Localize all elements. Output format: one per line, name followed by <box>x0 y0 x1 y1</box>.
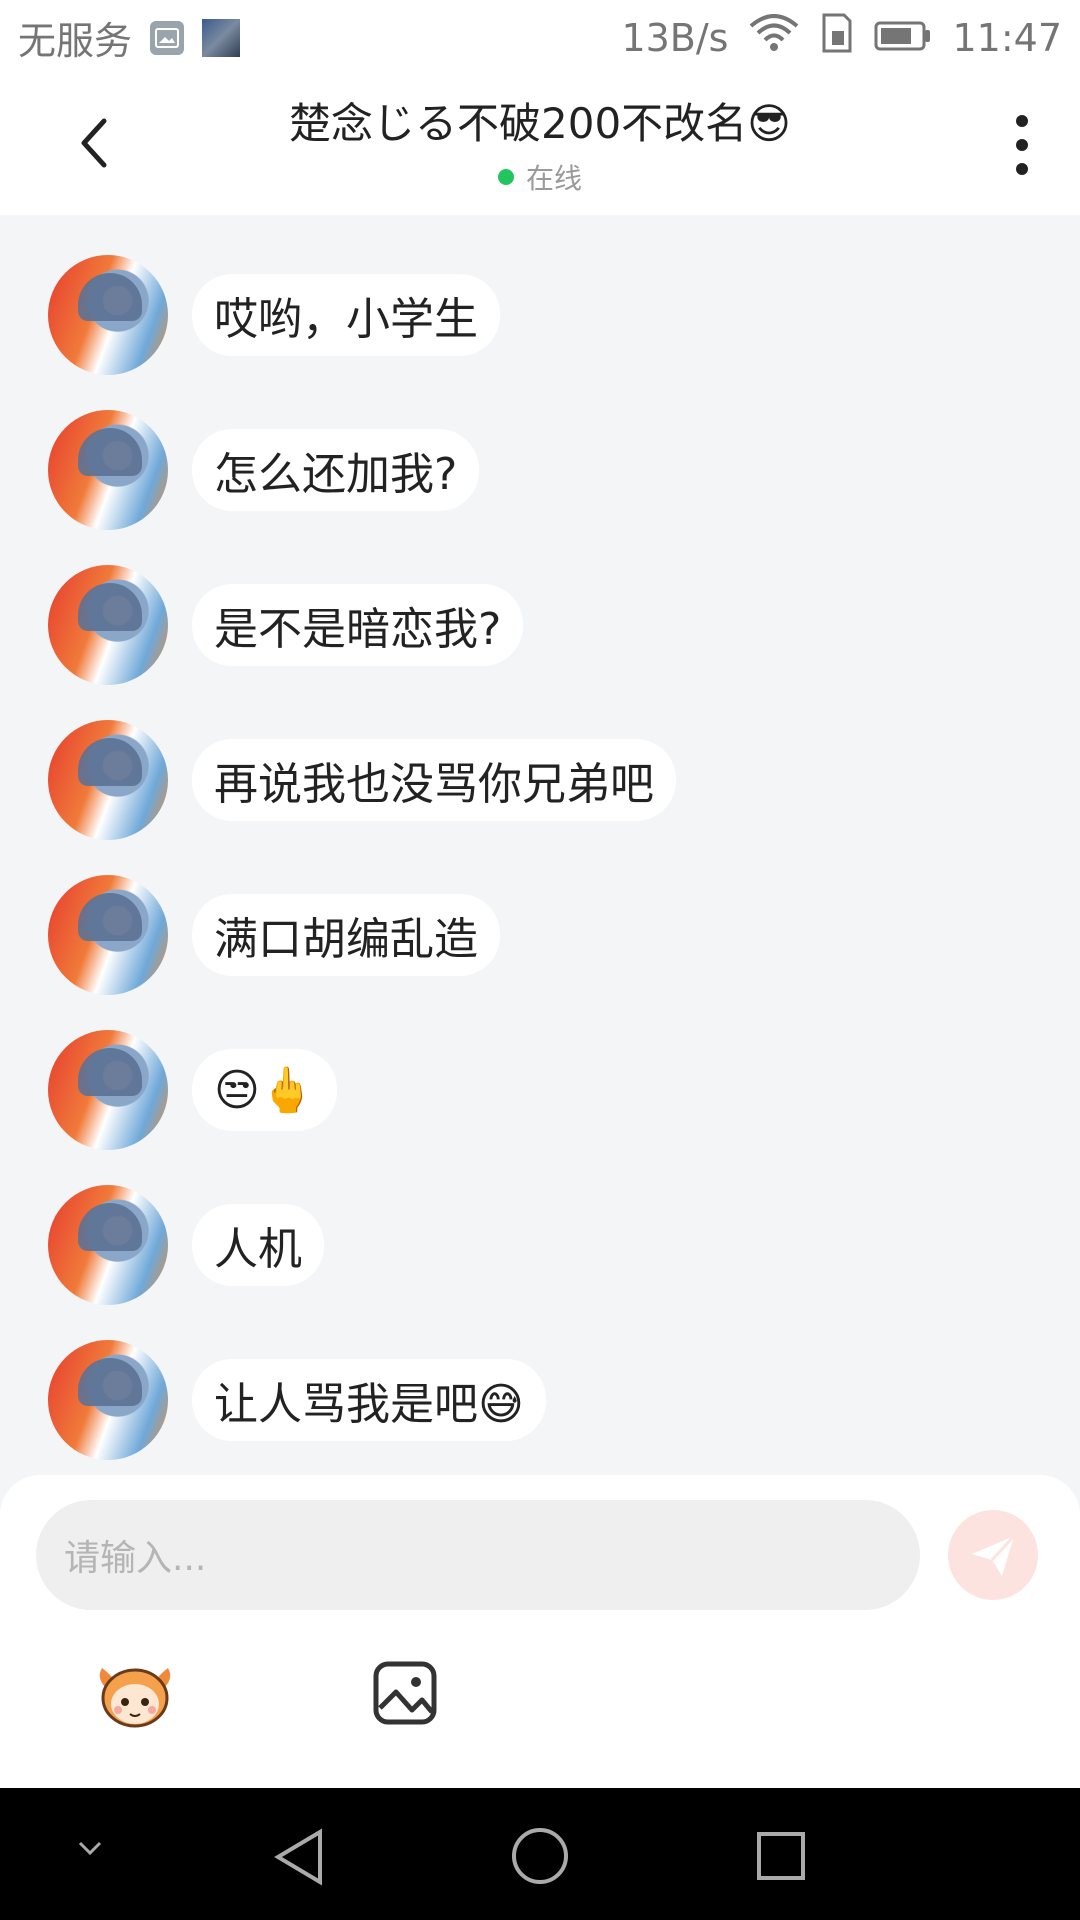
message-bubble[interactable]: 让人骂我是吧😅 <box>192 1359 546 1441</box>
avatar[interactable] <box>48 255 168 375</box>
system-nav-bar <box>0 1788 1080 1920</box>
back-arrow-icon[interactable] <box>72 113 122 173</box>
wifi-icon <box>748 14 800 61</box>
gallery-notification-icon <box>150 20 185 55</box>
avatar[interactable] <box>48 875 168 995</box>
sim-icon <box>820 13 854 62</box>
message-bubble[interactable]: 人机 <box>192 1204 324 1286</box>
recents-square-icon[interactable] <box>755 1830 807 1886</box>
message-bubble[interactable]: 怎么还加我? <box>192 429 480 511</box>
carrier-label: 无服务 <box>18 19 133 63</box>
online-dot-icon <box>497 169 514 185</box>
message-row: 人机 <box>48 1185 324 1305</box>
message-row: 让人骂我是吧😅 <box>48 1340 546 1460</box>
home-circle-icon[interactable] <box>510 1826 570 1890</box>
avatar[interactable] <box>48 1030 168 1150</box>
online-status-label: 在线 <box>525 162 582 195</box>
avatar[interactable] <box>48 720 168 840</box>
send-button[interactable] <box>948 1510 1038 1600</box>
chevron-down-icon[interactable] <box>76 1838 104 1862</box>
message-row: 😒🖕 <box>48 1030 337 1150</box>
message-row: 哎哟，小学生 <box>48 255 500 375</box>
message-input[interactable]: 请输入... <box>36 1500 920 1610</box>
chat-header: 楚念じる不破200不改名😎 在线 <box>0 75 1080 215</box>
clock: 11:47 <box>952 15 1062 60</box>
app-notification-icon <box>202 18 241 57</box>
composer-panel: 请输入... <box>0 1475 1080 1788</box>
battery-icon <box>874 16 932 60</box>
title-block: 楚念じる不破200不改名😎 在线 <box>200 95 880 197</box>
online-status: 在线 <box>200 157 880 197</box>
message-bubble[interactable]: 是不是暗恋我? <box>192 584 524 666</box>
avatar[interactable] <box>48 1340 168 1460</box>
contact-name: 楚念じる不破200不改名😎 <box>289 99 791 148</box>
avatar[interactable] <box>48 565 168 685</box>
message-bubble[interactable]: 😒🖕 <box>192 1049 337 1131</box>
avatar[interactable] <box>48 1185 168 1305</box>
message-bubble[interactable]: 再说我也没骂你兄弟吧 <box>192 739 676 821</box>
message-row: 怎么还加我? <box>48 410 480 530</box>
image-icon[interactable] <box>372 1660 438 1726</box>
message-row: 是不是暗恋我? <box>48 565 524 685</box>
network-speed: 13B/s <box>621 15 729 60</box>
message-row: 再说我也没骂你兄弟吧 <box>48 720 676 840</box>
message-bubble[interactable]: 满口胡编乱造 <box>192 894 500 976</box>
more-vertical-icon[interactable] <box>1012 115 1032 175</box>
back-triangle-icon[interactable] <box>272 1828 326 1890</box>
message-row: 满口胡编乱造 <box>48 875 500 995</box>
message-bubble[interactable]: 哎哟，小学生 <box>192 274 500 356</box>
send-icon <box>972 1534 1016 1576</box>
status-bar: 无服务 13B/s 11:47 <box>0 0 1080 75</box>
message-list[interactable]: 哎哟，小学生 怎么还加我? 是不是暗恋我? 再说我也没骂你兄弟吧 满口胡编乱造 … <box>0 215 1080 1475</box>
emoji-mascot-icon[interactable] <box>92 1660 178 1730</box>
avatar[interactable] <box>48 410 168 530</box>
